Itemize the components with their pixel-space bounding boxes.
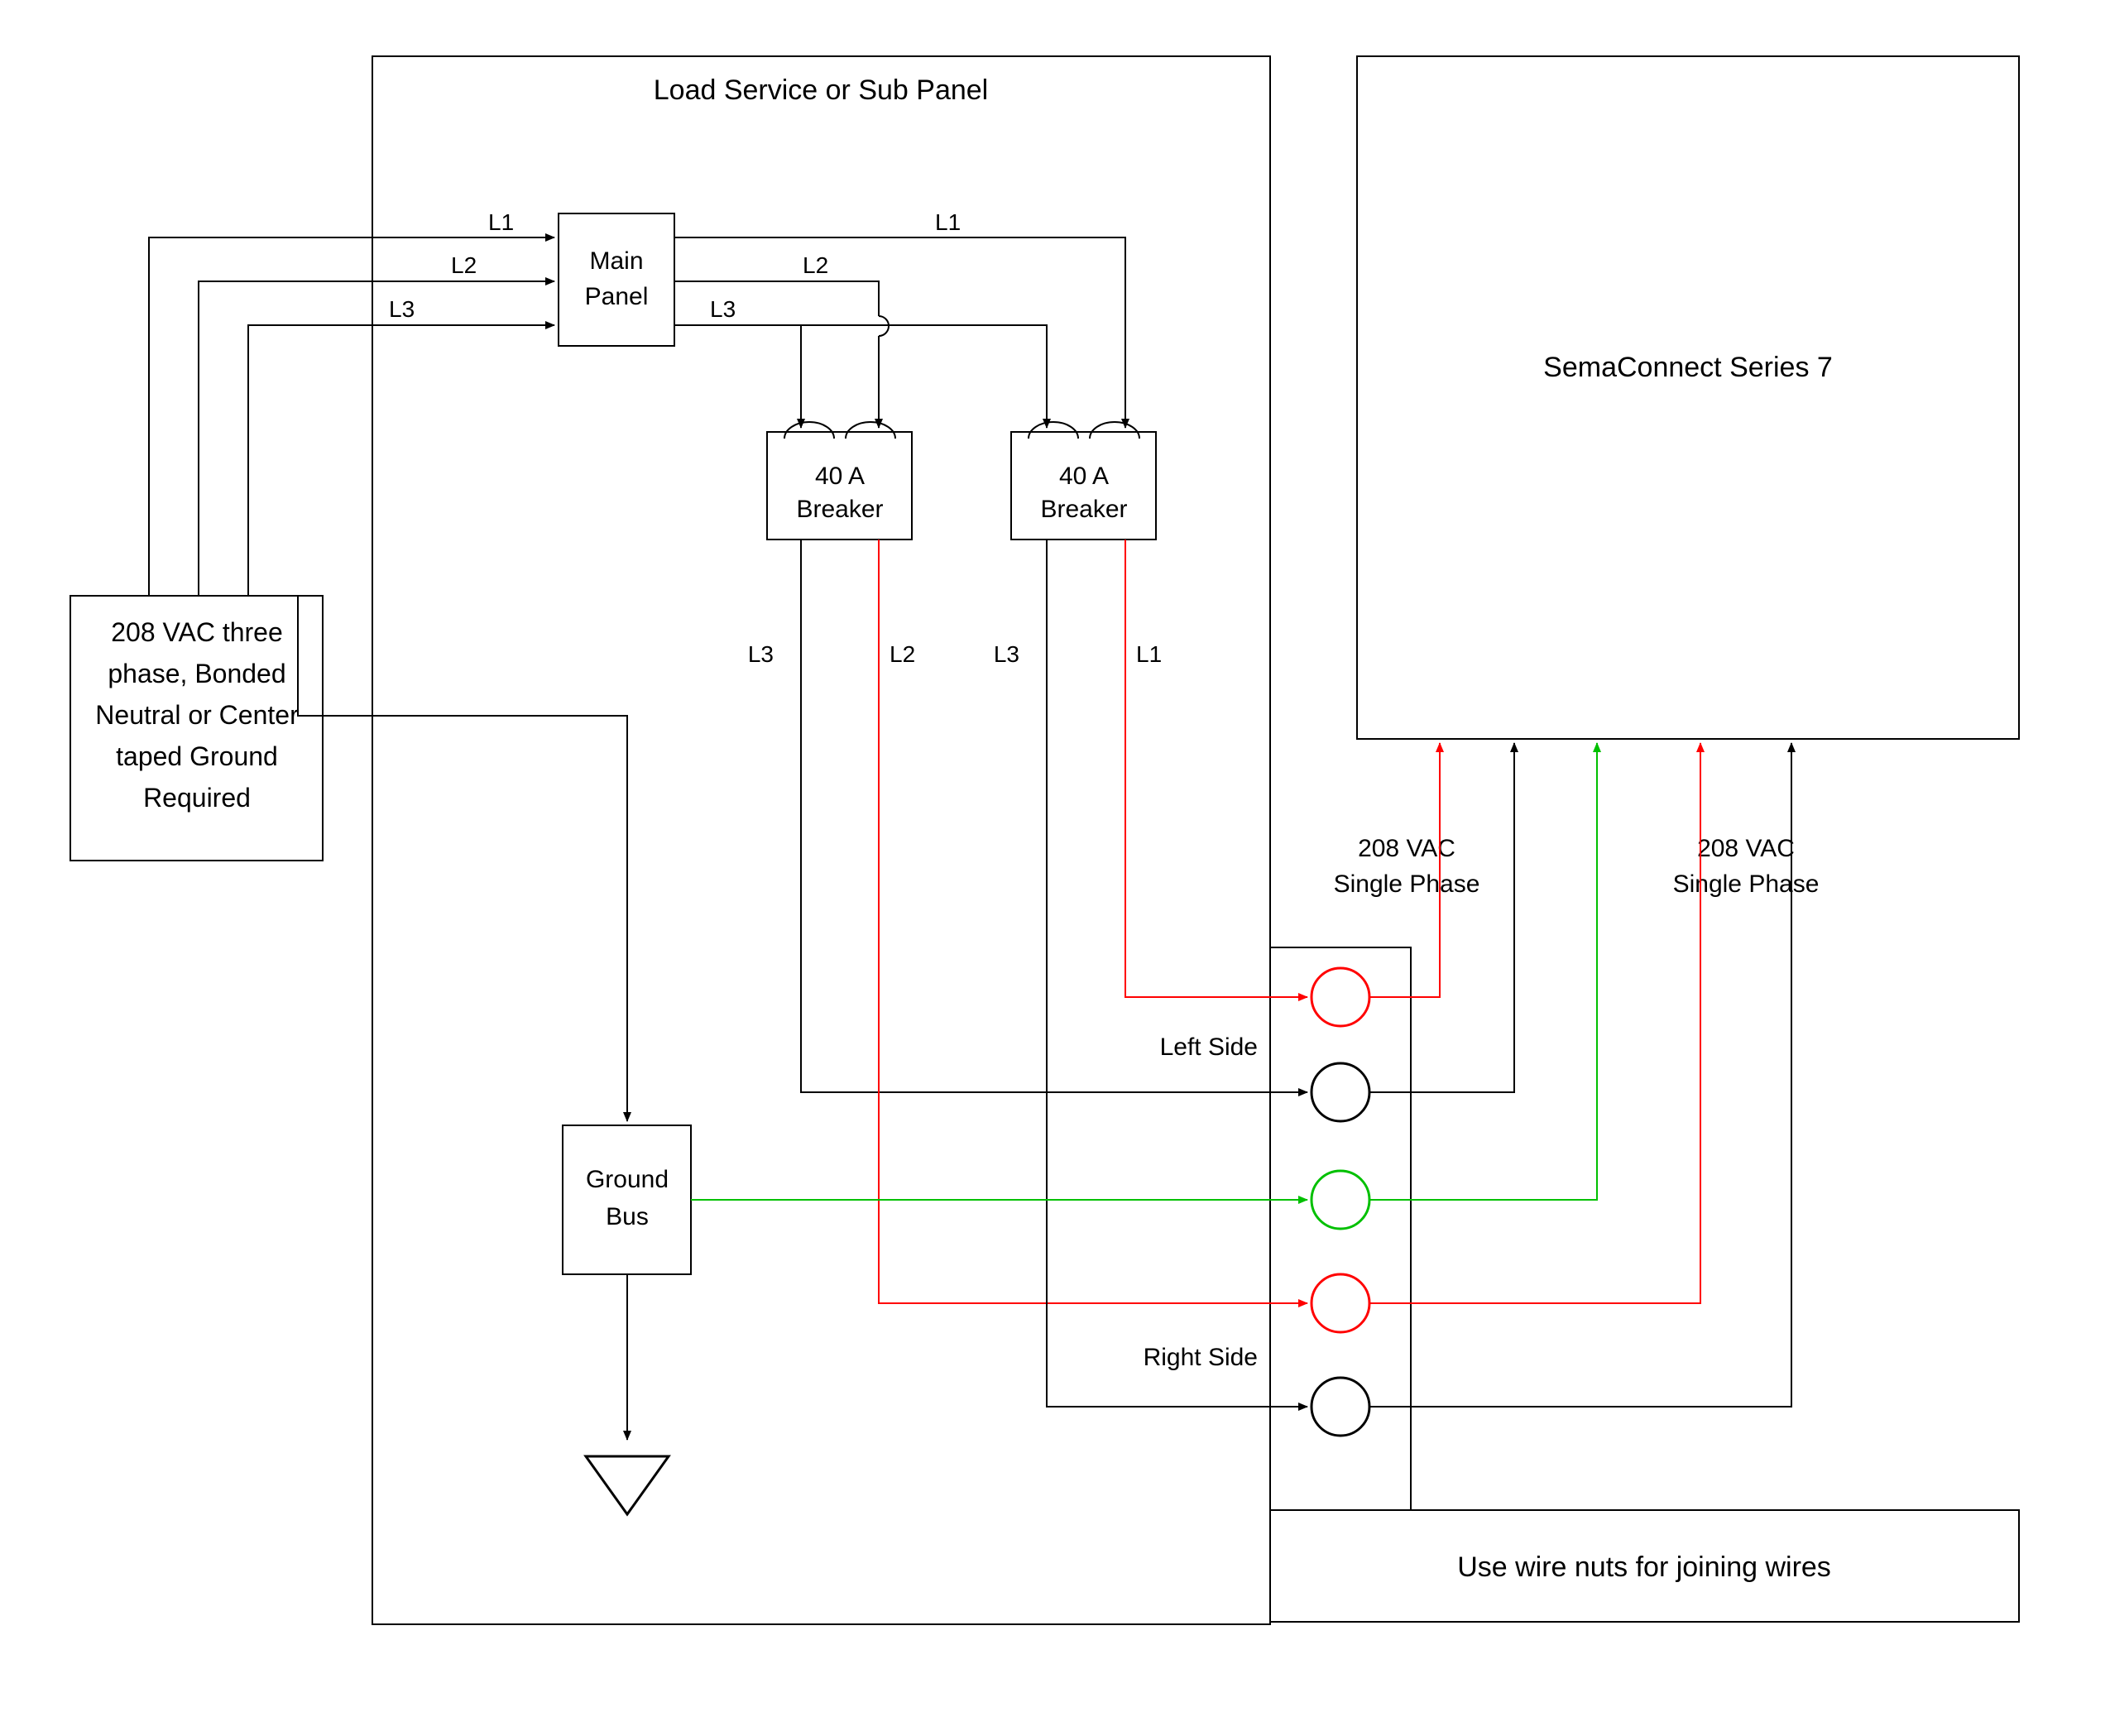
- wire-brk2-L3: [1047, 540, 1307, 1407]
- device-box: [1357, 56, 2019, 739]
- breaker2-l1: 40 A: [1059, 463, 1109, 490]
- left-side-label: Left Side: [1160, 1033, 1258, 1061]
- phase2-l2: Single Phase: [1673, 870, 1820, 898]
- wire-t2-device: [1369, 743, 1514, 1092]
- wire-brk1-L3: [801, 540, 1307, 1092]
- label-brk1-L3: L3: [748, 641, 774, 667]
- label-L1-out: L1: [935, 209, 961, 235]
- breaker1-arc-icon-2: [846, 422, 895, 439]
- breaker2-arc-icon: [1029, 422, 1078, 439]
- source-l1: 208 VAC three: [111, 617, 283, 647]
- label-L2-out: L2: [803, 252, 828, 278]
- main-panel-l1: Main: [589, 247, 643, 275]
- wire-L3-out-b2: [801, 325, 1047, 428]
- main-panel-l2: Panel: [585, 283, 649, 310]
- wire-brk2-L1: [1125, 540, 1307, 997]
- wire-L3-in: [248, 325, 554, 596]
- breaker1-l2: Breaker: [796, 496, 883, 523]
- wire-L1-in: [149, 237, 554, 596]
- terminal-circle-2-black: [1312, 1063, 1369, 1121]
- ground-bus-box: [563, 1125, 691, 1274]
- terminal-circle-5-black: [1312, 1378, 1369, 1436]
- source-l2: phase, Bonded: [108, 659, 285, 688]
- breaker2-l2: Breaker: [1040, 496, 1127, 523]
- wire-t3-device: [1369, 743, 1597, 1200]
- terminal-circle-4-red: [1312, 1274, 1369, 1332]
- phase1-l2: Single Phase: [1334, 870, 1480, 898]
- label-brk2-L1: L1: [1136, 641, 1162, 667]
- terminal-circle-3-green: [1312, 1171, 1369, 1229]
- wirenuts-label: Use wire nuts for joining wires: [1457, 1551, 1831, 1583]
- sub-panel-box: [372, 56, 1270, 1624]
- ground-bus-l2: Bus: [606, 1203, 649, 1230]
- label-L2-in: L2: [451, 252, 477, 278]
- label-L3-in: L3: [389, 296, 415, 322]
- breaker1-arc-icon: [784, 422, 834, 439]
- wire-L1-out: [674, 237, 1125, 428]
- terminal-circle-1-red: [1312, 968, 1369, 1026]
- device-label: SemaConnect Series 7: [1543, 352, 1833, 383]
- source-l3: Neutral or Center: [95, 700, 299, 730]
- wire-t4-device: [1369, 743, 1700, 1303]
- wire-L2-out-a: [674, 281, 879, 316]
- right-side-label: Right Side: [1144, 1344, 1258, 1371]
- label-brk1-L2: L2: [890, 641, 915, 667]
- wire-L2-in: [199, 281, 554, 596]
- ground-bus-l1: Ground: [586, 1166, 669, 1193]
- wire-L3-out-b1: [674, 325, 801, 428]
- breaker2-arc-icon-2: [1090, 422, 1139, 439]
- wiring-diagram: Load Service or Sub Panel SemaConnect Se…: [0, 0, 2110, 1736]
- label-brk2-L3: L3: [994, 641, 1019, 667]
- earth-ground-icon: [586, 1456, 669, 1514]
- wire-brk1-L2: [879, 540, 1307, 1303]
- main-panel-box: [559, 213, 674, 346]
- phase2-l1: 208 VAC: [1697, 835, 1795, 862]
- label-L1-in: L1: [488, 209, 514, 235]
- sub-panel-title: Load Service or Sub Panel: [654, 74, 988, 106]
- breaker1-l1: 40 A: [815, 463, 865, 490]
- label-L3-out: L3: [710, 296, 736, 322]
- phase1-l1: 208 VAC: [1358, 835, 1455, 862]
- source-l4: taped Ground: [116, 741, 278, 771]
- source-l5: Required: [143, 783, 251, 813]
- wire-ground-in: [298, 596, 627, 1121]
